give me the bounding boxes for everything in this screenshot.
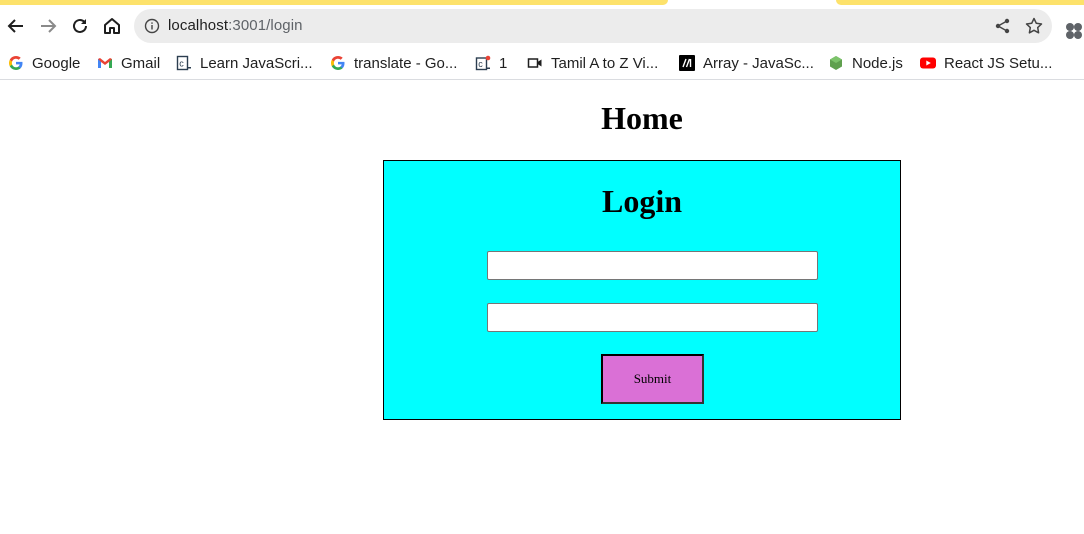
- bookmark-tamil-a-to-z[interactable]: Tamil A to Z Vi...: [527, 52, 658, 74]
- gmail-icon: [97, 55, 113, 71]
- google-g-icon: [330, 55, 346, 71]
- login-heading: Login: [601, 183, 683, 219]
- bookmark-label: React JS Setu...: [944, 54, 1053, 72]
- bookmark-label: 1: [499, 54, 508, 72]
- bookmark-google[interactable]: Google: [8, 52, 80, 74]
- forward-arrow-icon: [41, 19, 57, 33]
- login-form: Login Submit: [383, 160, 901, 420]
- bookmarks-bar: Google Gmail c Learn JavaScri... transla…: [0, 47, 1084, 80]
- forward-button[interactable]: [35, 13, 61, 39]
- reload-icon: [73, 18, 87, 33]
- site-c-badge-icon: c: [475, 55, 491, 71]
- home-heading: Home: [601, 100, 683, 136]
- youtube-icon: [920, 55, 936, 71]
- bookmark-gmail[interactable]: Gmail: [97, 52, 160, 74]
- address-bar[interactable]: localhost:3001/login: [134, 9, 1052, 43]
- bookmark-label: Array - JavaSc...: [703, 54, 814, 72]
- bookmark-array-javascript[interactable]: Array - JavaSc...: [679, 52, 814, 74]
- info-icon[interactable]: [144, 18, 160, 34]
- svg-text:c: c: [179, 59, 184, 69]
- bookmark-react-js-setup[interactable]: React JS Setu...: [920, 52, 1052, 74]
- mdn-icon: [679, 55, 695, 71]
- home-icon: [104, 18, 120, 34]
- svg-text:c: c: [478, 59, 483, 69]
- bookmark-nodejs[interactable]: Node.js: [828, 52, 903, 74]
- bookmark-translate[interactable]: translate - Go...: [330, 52, 457, 74]
- share-icon[interactable]: [994, 17, 1012, 35]
- submit-button[interactable]: Submit: [601, 354, 704, 404]
- bookmark-label: Learn JavaScri...: [200, 54, 313, 72]
- extensions-icon[interactable]: [1064, 21, 1084, 41]
- bookmark-label: translate - Go...: [354, 54, 458, 72]
- bookmark-star-icon[interactable]: [1024, 16, 1044, 36]
- password-input[interactable]: [487, 303, 818, 332]
- back-button[interactable]: [3, 13, 29, 39]
- bookmark-label: Node.js: [852, 54, 903, 72]
- back-arrow-icon: [7, 19, 23, 33]
- video-icon: [527, 55, 543, 71]
- home-button[interactable]: [99, 13, 125, 39]
- url-text[interactable]: localhost:3001/login: [168, 17, 303, 34]
- bookmark-label: Gmail: [121, 54, 161, 72]
- bookmark-1[interactable]: c 1: [475, 52, 507, 74]
- google-g-icon: [8, 55, 24, 71]
- bookmark-learn-javascript[interactable]: c Learn JavaScri...: [176, 52, 313, 74]
- url-path: :3001/login: [228, 17, 303, 34]
- bookmark-label: Tamil A to Z Vi...: [551, 54, 659, 72]
- nodejs-icon: [828, 55, 844, 71]
- reload-button[interactable]: [67, 13, 93, 39]
- url-host: localhost: [168, 17, 229, 34]
- bookmark-label: Google: [32, 54, 81, 72]
- browser-toolbar: localhost:3001/login: [0, 5, 1084, 47]
- site-c-icon: c: [176, 55, 192, 71]
- page-content: Home Login Submit: [0, 80, 1084, 534]
- username-input[interactable]: [487, 251, 818, 280]
